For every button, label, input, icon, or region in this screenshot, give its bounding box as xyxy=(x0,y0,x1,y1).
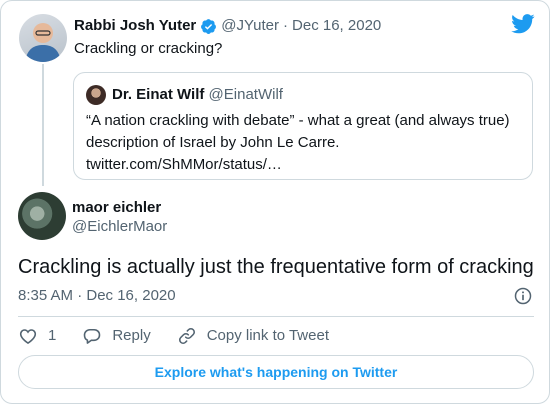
quoted-text-line: description of Israel by John Le Carre. xyxy=(86,134,340,151)
quoted-author-avatar xyxy=(86,85,106,105)
quoted-author-handle: @EinatWilf xyxy=(208,86,283,103)
person-photo-icon xyxy=(25,23,61,62)
quoted-tweet-text: “A nation crackling with debate” - what … xyxy=(86,110,518,176)
main-author-name[interactable]: maor eichler xyxy=(72,199,161,217)
quoted-text-line: “A nation crackling with debate” - what … xyxy=(86,112,510,129)
header-separator: · xyxy=(283,17,289,34)
main-author-handle[interactable]: @EichlerMaor xyxy=(72,218,167,236)
main-tweet-text: Crackling is actually just the frequenta… xyxy=(18,256,534,278)
reply-label: Reply xyxy=(112,327,151,344)
verified-badge-icon xyxy=(201,18,217,34)
quoted-tweet-card[interactable]: Dr. Einat Wilf @EinatWilf “A nation crac… xyxy=(73,72,533,180)
reply-icon xyxy=(84,328,101,344)
copy-link-button[interactable]: Copy link to Tweet xyxy=(177,326,329,346)
tweet-actions: 1 Reply Copy link to Tweet xyxy=(18,325,355,347)
like-count: 1 xyxy=(48,327,57,344)
parent-tweet-text: Crackling or cracking? xyxy=(74,40,223,57)
twitter-bird-icon[interactable] xyxy=(511,13,535,35)
main-avatar[interactable] xyxy=(18,192,66,240)
info-icon[interactable] xyxy=(513,286,533,306)
quoted-author-name: Dr. Einat Wilf xyxy=(112,86,205,103)
quoted-tweet-header: Dr. Einat Wilf @EinatWilf xyxy=(112,85,283,105)
parent-tweet-header: Rabbi Josh Yuter @JYuter · Dec 16, 2020 xyxy=(74,16,381,36)
copy-link-label: Copy link to Tweet xyxy=(206,327,329,344)
thread-connector xyxy=(42,64,44,186)
parent-author-name[interactable]: Rabbi Josh Yuter xyxy=(74,16,196,36)
quoted-text-link[interactable]: twitter.com/ShMMor/status/… xyxy=(86,154,518,176)
explore-twitter-button[interactable]: Explore what's happening on Twitter xyxy=(18,355,534,389)
tweet-embed-card: Rabbi Josh Yuter @JYuter · Dec 16, 2020 … xyxy=(0,0,550,404)
link-icon xyxy=(178,328,195,344)
parent-avatar[interactable] xyxy=(19,14,67,62)
parent-tweet-date[interactable]: Dec 16, 2020 xyxy=(292,16,381,36)
like-button[interactable]: 1 xyxy=(18,326,56,346)
heart-icon xyxy=(19,329,37,345)
parent-author-handle[interactable]: @JYuter xyxy=(221,16,279,36)
main-tweet-timestamp[interactable]: 8:35 AM · Dec 16, 2020 xyxy=(18,287,176,305)
reply-button[interactable]: Reply xyxy=(82,326,151,346)
divider xyxy=(18,316,534,317)
